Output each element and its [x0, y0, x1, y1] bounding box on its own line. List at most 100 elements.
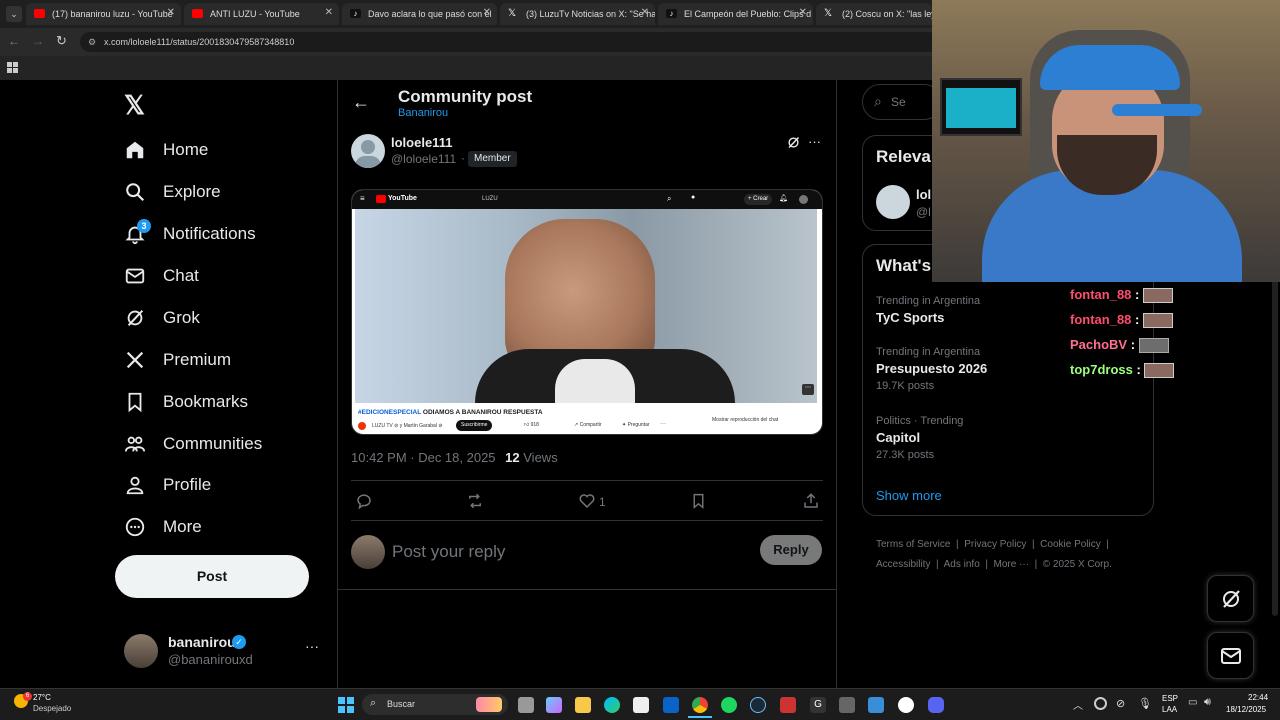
app-icon[interactable]	[868, 697, 884, 713]
microphone-icon[interactable]: 🎙︎	[1138, 697, 1152, 710]
post-timestamp[interactable]: 10:42 PM · Dec 18, 2025	[351, 450, 496, 465]
nav-home[interactable]: Home	[124, 135, 208, 165]
close-tab-icon[interactable]: ✕	[483, 7, 491, 18]
nav-grok[interactable]: Grok	[124, 303, 200, 333]
browser-tab-3[interactable]: ♪ Davo aclara lo que pasó con el ✕	[342, 3, 497, 25]
close-tab-icon[interactable]: ✕	[167, 7, 175, 18]
reload-icon[interactable]: ↻	[56, 33, 67, 49]
stream-chat-line: top7dross :	[1070, 362, 1175, 379]
volume-icon[interactable]: 🔊︎	[1204, 696, 1211, 709]
clock-time[interactable]: 22:44	[1248, 693, 1268, 702]
footer-link[interactable]: Privacy Policy	[964, 539, 1026, 550]
forward-arrow-icon[interactable]: →	[32, 34, 44, 48]
messages-float-button[interactable]	[1207, 632, 1254, 679]
browser-tab-5[interactable]: ♪ El Campeón del Pueblo: Clips d ✕	[658, 3, 813, 25]
discord-icon[interactable]	[928, 697, 944, 713]
back-arrow-icon[interactable]: ←	[8, 34, 20, 48]
monitor-icon[interactable]: ▭	[1188, 697, 1197, 708]
language-indicator[interactable]: ESP	[1162, 694, 1178, 703]
video-title: #EDICIONESPECIAL ODIAMOS A BANANIROU RES…	[358, 409, 543, 416]
apps-grid-icon[interactable]	[7, 62, 18, 73]
like-icon[interactable]	[578, 492, 596, 510]
page-title: Community post	[398, 87, 533, 106]
app-icon[interactable]	[898, 697, 914, 713]
close-tab-icon[interactable]: ✕	[641, 7, 649, 18]
trend-name: Capitol	[876, 430, 921, 445]
nav-chat[interactable]: Chat	[124, 261, 199, 291]
nav-explore[interactable]: Explore	[124, 177, 221, 207]
site-info-icon[interactable]: ⚙	[88, 32, 96, 52]
reply-icon[interactable]	[355, 492, 373, 510]
nav-more[interactable]: More	[124, 512, 202, 542]
author-name[interactable]: loloele111	[391, 135, 452, 150]
repost-icon[interactable]	[465, 492, 485, 510]
post-media-image[interactable]: ≡ YouTube LUZU ⌕ ● + Crear 🔔︎ ⋯ #EDICION…	[351, 189, 823, 435]
footer-link[interactable]: Ads info	[944, 559, 980, 570]
trend-item[interactable]: Politics · Trending Capitol 27.3K posts	[876, 415, 963, 461]
tray-app-icon[interactable]: ⊘	[1116, 697, 1125, 710]
footer-link[interactable]: Terms of Service	[876, 539, 950, 550]
avatar[interactable]	[876, 185, 910, 219]
tab-list-chevron-icon[interactable]: ⌄	[6, 6, 22, 22]
grok-float-button[interactable]	[1207, 575, 1254, 622]
more-options-icon[interactable]: ···	[305, 638, 319, 654]
chrome-icon[interactable]	[692, 697, 708, 713]
app-icon[interactable]	[780, 697, 796, 713]
nav-premium[interactable]: Premium	[124, 345, 231, 375]
reply-button[interactable]: Reply	[760, 535, 822, 565]
edge-icon[interactable]	[604, 697, 620, 713]
reply-input[interactable]: Post your reply	[392, 542, 505, 562]
nav-communities[interactable]: Communities	[124, 429, 262, 459]
column-divider	[836, 80, 837, 690]
author-avatar[interactable]	[351, 134, 385, 168]
author-handle[interactable]: @loloele111	[391, 152, 456, 166]
more-options-icon[interactable]: ···	[808, 134, 821, 149]
store-icon[interactable]	[633, 697, 649, 713]
browser-tab-4[interactable]: 𝕏 (3) LuzuTv Noticias on X: "Se ha ✕	[500, 3, 655, 25]
nav-profile[interactable]: Profile	[124, 470, 211, 500]
app-icon[interactable]	[839, 697, 855, 713]
address-bar[interactable]: ⚙ x.com/loloele111/status/20018304795873…	[80, 32, 940, 52]
steam-icon[interactable]	[750, 697, 766, 713]
grok-icon[interactable]	[786, 135, 801, 150]
browser-tab-2[interactable]: ANTI LUZU - YouTube ✕	[184, 3, 339, 25]
footer-link[interactable]: More ···	[994, 559, 1030, 570]
close-tab-icon[interactable]: ✕	[799, 7, 807, 18]
share-icon[interactable]	[802, 492, 820, 510]
community-link[interactable]: Bananirou	[398, 107, 448, 119]
footer-link[interactable]: Accessibility	[876, 559, 930, 570]
chevron-up-icon[interactable]: ︿	[1073, 697, 1083, 712]
divider	[351, 480, 823, 481]
copilot-icon[interactable]	[546, 697, 562, 713]
file-explorer-icon[interactable]	[575, 697, 591, 713]
clock-date[interactable]: 18/12/2025	[1226, 705, 1266, 714]
person-name[interactable]: lol	[916, 187, 931, 202]
stream-chat-line: PachoBV :	[1070, 337, 1169, 354]
search-input[interactable]: ⌕ Se	[862, 84, 942, 120]
show-more-link[interactable]: Show more	[876, 488, 942, 503]
footer-link[interactable]: Cookie Policy	[1040, 539, 1101, 550]
browser-tab-6[interactable]: 𝕏 (2) Coscu on X: "las leyes d	[816, 3, 932, 25]
trend-item[interactable]: Trending in Argentina TyC Sports	[876, 295, 980, 325]
taskbar-search[interactable]: ⌕ Buscar	[362, 694, 508, 715]
task-view-icon[interactable]	[518, 697, 534, 713]
post-button[interactable]: Post	[115, 555, 309, 598]
trend-category: Politics · Trending	[876, 415, 964, 427]
bookmark-icon[interactable]	[690, 492, 707, 510]
tray-app-icon[interactable]	[1094, 697, 1107, 710]
spotify-icon[interactable]	[721, 697, 737, 713]
app-icon[interactable]: G	[810, 697, 826, 713]
account-switcher[interactable]: bananirou ✓ @bananirouxd ···	[115, 626, 330, 676]
close-tab-icon[interactable]: ✕	[325, 7, 333, 18]
browser-tab-1[interactable]: (17) bananirou luzu - YouTube ✕	[26, 3, 181, 25]
windows-start-icon[interactable]	[338, 697, 354, 713]
back-arrow-icon[interactable]: ←	[352, 92, 370, 113]
trend-item[interactable]: Trending in Argentina Presupuesto 2026 1…	[876, 346, 987, 392]
nav-bookmarks[interactable]: Bookmarks	[124, 387, 248, 417]
footer-copyright: © 2025 X Corp.	[1042, 559, 1112, 570]
nav-label: Grok	[163, 308, 200, 327]
outlook-icon[interactable]	[663, 697, 679, 713]
chat-emote	[1142, 313, 1173, 329]
trend-category: Trending in Argentina	[876, 295, 981, 307]
x-logo-icon[interactable]: 𝕏	[124, 90, 145, 121]
